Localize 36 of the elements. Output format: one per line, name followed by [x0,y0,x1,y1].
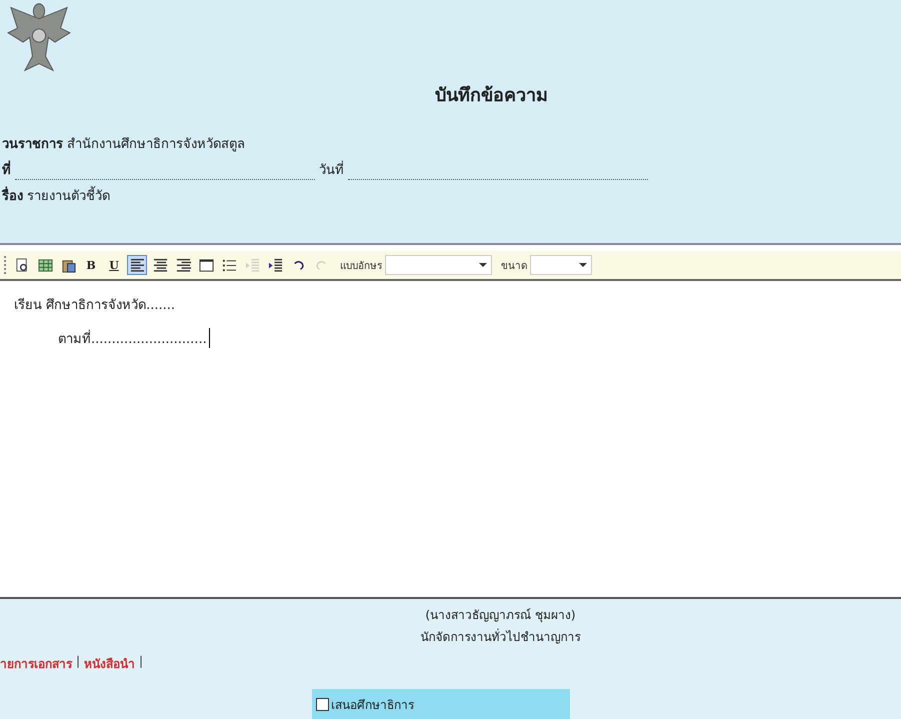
signer-name: (นางสาวธัญญาภรณ์ ชุมผาง) [424,607,577,624]
caret-icon [579,263,587,267]
list-icon [222,258,236,272]
field-value: รายงานตัวชี้วัด [27,185,110,206]
signer-position: นักจัดการงานทั่วไปชำนาญการ [420,628,582,646]
memo-title: บันทึกข้อความ [434,84,549,108]
align-left-icon [130,258,144,272]
bold-button[interactable]: B [81,255,101,275]
nav-link[interactable]: ายการเอกสาร [0,654,72,674]
grip-icon [4,256,9,274]
paste-icon [60,258,76,272]
text-cursor [208,328,210,348]
outdent-icon [244,258,260,272]
paragraph: เรียน ศึกษาธิการจังหวัด....... [14,296,176,314]
separator: | [139,654,144,670]
align-left-button[interactable] [127,255,147,275]
preview-icon [14,258,30,272]
indent-icon [268,258,282,272]
font-label: แบบอักษร [340,260,382,272]
separator: | [76,654,80,670]
field-label: ที่ [2,159,11,180]
align-center-icon [152,258,168,272]
checkbox-label: เสนอศึกษาธิการ [331,696,414,714]
nav-link[interactable]: หนังสือนำ [84,654,136,674]
size-label: ขนาด [501,260,527,272]
field-label: รื่อง [2,185,23,206]
underline-button[interactable]: U [104,255,124,275]
field-label: วันที่ [319,159,344,180]
field-label: วนราชการ [2,136,63,154]
paragraph: ตามที่............................ [58,328,207,348]
field-value: สำนักงานศึกษาธิการจังหวัดสตูล [67,136,245,154]
align-right-icon [176,258,190,272]
caret-icon [479,263,487,267]
table-icon [38,258,52,272]
box-icon [198,258,214,272]
checkbox[interactable] [316,698,329,711]
